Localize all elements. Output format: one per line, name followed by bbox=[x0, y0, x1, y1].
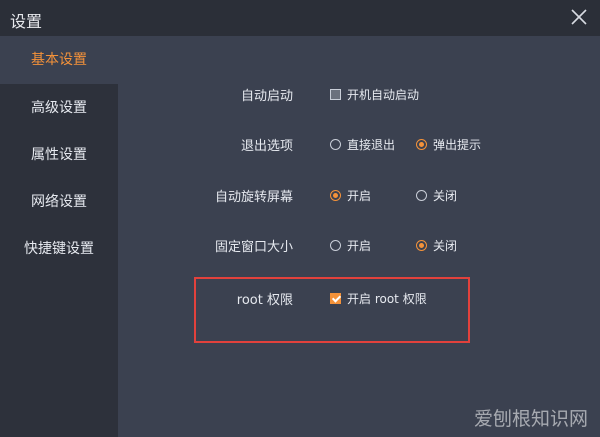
close-icon[interactable] bbox=[568, 6, 590, 28]
radio-selected-icon bbox=[330, 190, 341, 201]
rotate-off-label: 关闭 bbox=[433, 189, 458, 203]
autostart-checkbox[interactable]: 开机自动启动 bbox=[330, 86, 419, 103]
radio-icon bbox=[330, 139, 341, 150]
rotate-off-radio[interactable]: 关闭 bbox=[416, 187, 457, 204]
title-bar: 设置 bbox=[0, 0, 600, 36]
window-title: 设置 bbox=[10, 12, 43, 31]
sidebar-item-shortcuts[interactable]: 快捷键设置 bbox=[0, 226, 118, 272]
radio-icon bbox=[330, 240, 341, 251]
highlight-annotation-box bbox=[194, 277, 470, 343]
checkbox-icon bbox=[330, 89, 341, 100]
exit-option-label: 退出选项 bbox=[240, 139, 293, 154]
sidebar-item-properties[interactable]: 属性设置 bbox=[0, 132, 118, 178]
rotate-on-label: 开启 bbox=[347, 189, 372, 203]
exit-prompt-radio[interactable]: 弹出提示 bbox=[416, 136, 481, 153]
autostart-label: 自动启动 bbox=[240, 89, 293, 104]
radio-icon bbox=[416, 190, 427, 201]
rotate-on-radio[interactable]: 开启 bbox=[330, 187, 371, 204]
sidebar-item-advanced[interactable]: 高级设置 bbox=[0, 85, 118, 131]
exit-direct-radio[interactable]: 直接退出 bbox=[330, 136, 395, 153]
fixed-size-off-label: 关闭 bbox=[433, 239, 458, 253]
fixed-size-label: 固定窗口大小 bbox=[214, 240, 293, 255]
autostart-option-label: 开机自动启动 bbox=[347, 88, 420, 102]
exit-prompt-label: 弹出提示 bbox=[433, 138, 482, 152]
sidebar: 基本设置 高级设置 属性设置 网络设置 快捷键设置 bbox=[0, 36, 118, 437]
exit-direct-label: 直接退出 bbox=[347, 138, 396, 152]
radio-selected-icon bbox=[416, 139, 427, 150]
radio-selected-icon bbox=[416, 240, 427, 251]
fixed-size-on-label: 开启 bbox=[347, 239, 372, 253]
sidebar-item-network[interactable]: 网络设置 bbox=[0, 179, 118, 225]
sidebar-item-basic[interactable]: 基本设置 bbox=[0, 37, 118, 83]
fixed-size-off-radio[interactable]: 关闭 bbox=[416, 237, 457, 254]
rotate-label: 自动旋转屏幕 bbox=[214, 190, 293, 205]
watermark: 爱刨根知识网 bbox=[473, 408, 588, 430]
fixed-size-on-radio[interactable]: 开启 bbox=[330, 237, 371, 254]
